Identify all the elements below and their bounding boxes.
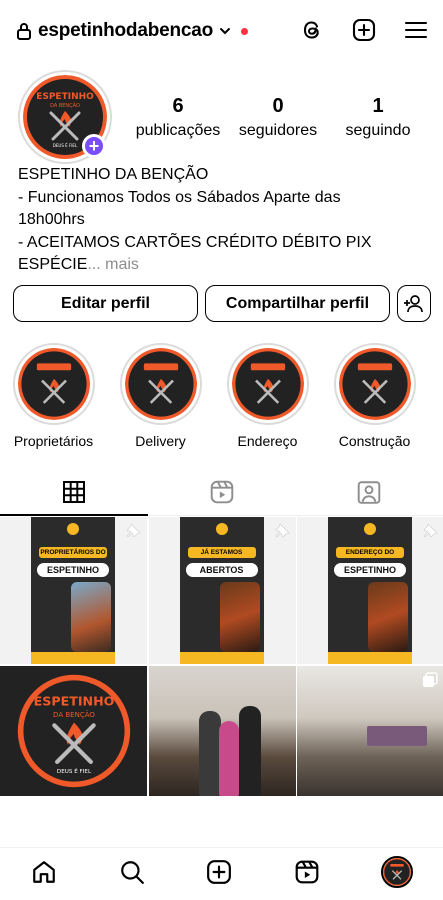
stat-value: 1 (372, 95, 384, 117)
pin-icon (423, 523, 438, 538)
bio-line: ESPETINHO DA BENÇÃO (18, 166, 209, 183)
post-thumbnail[interactable]: JÁ ESTAMOS ABERTOS (148, 517, 296, 664)
create-post-icon[interactable] (351, 17, 377, 43)
add-story-icon[interactable]: + (82, 134, 106, 158)
profile-bio: ESPETINHO DA BENÇÃO - Funcionamos Todos … (18, 164, 428, 277)
highlight-ring (119, 343, 202, 425)
post-image: ENDEREÇO DO ESPETINHO (328, 517, 412, 664)
highlight-endereco[interactable]: Endereço (214, 343, 321, 449)
tab-tagged[interactable] (295, 468, 443, 515)
highlight-cover (124, 348, 197, 420)
highlight-cover (17, 348, 90, 420)
highlight-proprietarios[interactable]: Proprietários (0, 343, 107, 449)
stat-followers[interactable]: 0 seguidores (228, 95, 328, 140)
edit-profile-button[interactable]: Editar perfil (13, 285, 198, 322)
highlight-label: Delivery (135, 433, 186, 449)
highlight-label: Endereço (237, 433, 298, 449)
stat-label: seguidores (238, 122, 318, 139)
stat-value: 0 (272, 95, 284, 117)
bio-line: 18h00hrs (18, 211, 85, 228)
bio-ellipsis: ... (87, 256, 101, 273)
logo-brand: ESPETINHO (33, 693, 114, 708)
post-title: ESPETINHO (37, 563, 109, 577)
pin-icon (274, 523, 290, 538)
tab-reels[interactable] (148, 468, 296, 515)
post-badge: PROPRIETÁRIOS DO (39, 547, 107, 558)
chevron-down-icon[interactable] (219, 25, 231, 37)
create-icon[interactable] (205, 858, 233, 886)
username[interactable]: espetinhodabencao (38, 20, 213, 42)
story-highlights: Proprietários Delivery Endereço Construç… (0, 343, 443, 449)
posts-grid: PROPRIETÁRIOS DO ESPETINHO JÁ ESTAMOS AB… (0, 517, 443, 796)
post-title: ABERTOS (185, 563, 258, 577)
threads-icon[interactable] (299, 17, 325, 43)
profile-actions: Editar perfil Compartilhar perfil (13, 285, 431, 322)
post-thumbnail[interactable]: ESPETINHO DA BENÇÃO DEUS É FIEL (0, 665, 147, 796)
highlight-label: Proprietários (13, 433, 94, 449)
highlight-label: Construção (338, 433, 411, 449)
post-badge: JÁ ESTAMOS (187, 547, 256, 558)
menu-icon[interactable] (403, 17, 429, 43)
post-title: ESPETINHO (334, 563, 406, 577)
highlight-cover (338, 348, 411, 420)
bio-text: ESPÉCIE (18, 256, 88, 273)
discover-people-button[interactable] (397, 285, 431, 322)
highlight-ring (226, 343, 309, 425)
bio-line: - ACEITAMOS CARTÕES CRÉDITO DÉBITO PIX (18, 233, 372, 251)
pin-icon (126, 523, 141, 538)
stat-label: publicações (135, 122, 221, 139)
add-person-icon (404, 294, 423, 312)
post-badge: ENDEREÇO DO (336, 547, 404, 558)
lock-icon (17, 23, 31, 40)
share-profile-button[interactable]: Compartilhar perfil (205, 285, 390, 322)
highlight-construcao[interactable]: Construção (321, 343, 428, 449)
post-image (198, 710, 221, 796)
post-thumbnail[interactable] (148, 665, 296, 796)
stat-posts[interactable]: 6 publicações (128, 95, 228, 140)
profile-stats: 6 publicações 0 seguidores 1 seguindo (128, 95, 428, 140)
tab-posts[interactable] (0, 468, 148, 516)
stat-following[interactable]: 1 seguindo (328, 95, 428, 140)
grid-icon (62, 480, 85, 503)
post-image (367, 725, 427, 746)
top-bar: espetinhodabencao (0, 0, 443, 62)
highlight-ring (12, 343, 95, 425)
post-image: PROPRIETÁRIOS DO ESPETINHO (31, 517, 115, 664)
tagged-icon (357, 480, 381, 504)
post-image: ESPETINHO DA BENÇÃO DEUS É FIEL (17, 674, 130, 787)
logo-brand: ESPETINHO (36, 92, 94, 102)
bio-more-link[interactable]: mais (101, 256, 139, 273)
stat-value: 6 (172, 95, 184, 117)
reels-nav-icon[interactable] (293, 858, 321, 886)
notification-dot (241, 27, 249, 35)
highlight-delivery[interactable]: Delivery (107, 343, 214, 449)
logo-tag: DEUS É FIEL (56, 767, 91, 775)
stat-label: seguindo (345, 122, 411, 139)
reels-icon (210, 480, 233, 503)
bio-line: - Funcionamos Todos os Sábados Aparte da… (18, 188, 341, 206)
post-thumbnail[interactable] (297, 665, 443, 796)
logo-sub: DA BENÇÃO (50, 102, 80, 109)
post-thumbnail[interactable]: ENDEREÇO DO ESPETINHO (297, 517, 443, 664)
top-actions (299, 17, 429, 43)
bottom-nav (0, 847, 443, 900)
post-image: JÁ ESTAMOS ABERTOS (179, 517, 264, 664)
bio-line: ESPÉCIE... mais (18, 254, 428, 277)
profile-tabs (0, 468, 443, 516)
logo-tag: DEUS É FIEL (53, 143, 78, 148)
logo-sub: DA BENÇÃO (53, 709, 95, 718)
multiple-photos-icon (423, 671, 438, 687)
post-thumbnail[interactable]: PROPRIETÁRIOS DO ESPETINHO (0, 517, 147, 664)
highlight-ring (333, 343, 416, 425)
search-icon[interactable] (118, 858, 146, 886)
profile-nav-avatar[interactable] (381, 856, 414, 888)
home-icon[interactable] (30, 858, 58, 886)
highlight-cover (231, 348, 304, 420)
